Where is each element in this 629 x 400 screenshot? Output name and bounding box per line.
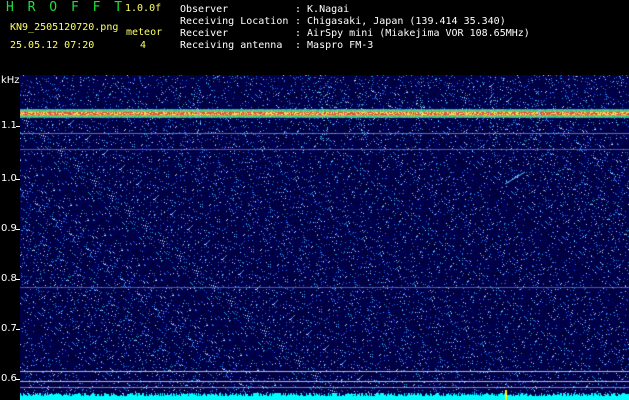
version-label: 1.0.0f bbox=[125, 3, 162, 14]
datetime-label: 25.05.12 07:20 bbox=[10, 40, 95, 51]
y-unit-label: kHz bbox=[1, 75, 20, 86]
location-value: : Chigasaki, Japan (139.414 35.340) bbox=[295, 16, 506, 27]
antenna-value: : Maspro FM-3 bbox=[295, 40, 374, 51]
spectrogram-canvas bbox=[20, 75, 629, 400]
filename-label: KN9_2505120720.png bbox=[10, 22, 119, 33]
antenna-label: Receiving antenna bbox=[180, 40, 283, 51]
y-tick-label: 0.7 bbox=[1, 323, 17, 334]
header-panel: H R O F F T 1.0.0f KN9_2505120720.png 25… bbox=[0, 0, 629, 72]
location-label: Receiving Location bbox=[180, 16, 289, 27]
meteor-count: 4 bbox=[140, 40, 147, 51]
receiver-value: : AirSpy mini (Miakejima VOR 108.65MHz) bbox=[295, 28, 530, 39]
app-title: H R O F F T bbox=[6, 0, 126, 15]
y-tick-label: 1.0 bbox=[1, 173, 17, 184]
observer-value: : K.Nagai bbox=[295, 4, 350, 15]
y-tick-label: 0.8 bbox=[1, 273, 17, 284]
y-tick-label: 1.1 bbox=[1, 120, 17, 131]
meteor-label: meteor bbox=[126, 27, 163, 38]
y-tick-label: 0.6 bbox=[1, 373, 17, 384]
receiver-label: Receiver bbox=[180, 28, 229, 39]
observer-label: Observer bbox=[180, 4, 229, 15]
y-tick-label: 0.9 bbox=[1, 223, 17, 234]
